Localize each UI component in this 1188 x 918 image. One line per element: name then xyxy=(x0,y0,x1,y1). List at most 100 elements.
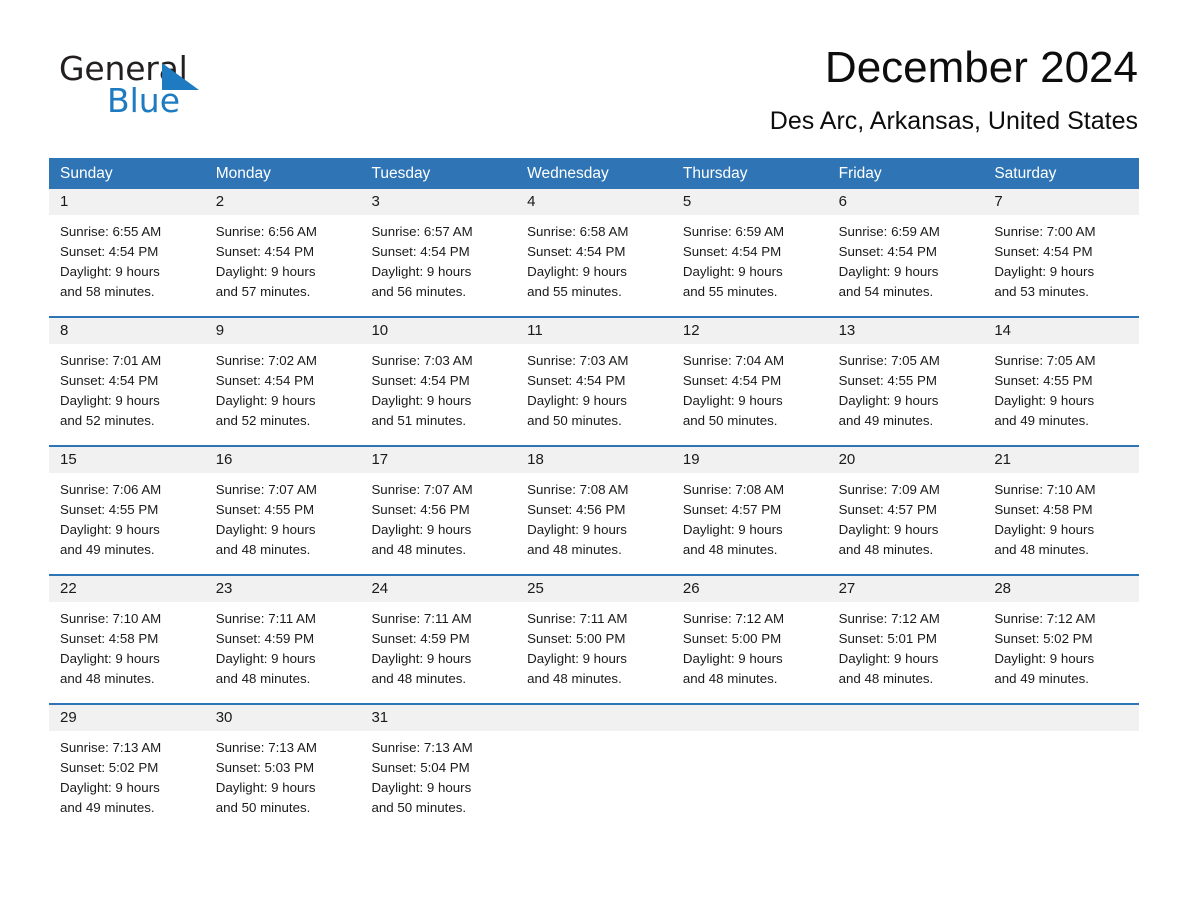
day-cell-empty xyxy=(983,705,1140,832)
day-details xyxy=(983,731,1139,738)
day-cell[interactable]: 16 Sunrise: 7:07 AM Sunset: 4:55 PM Dayl… xyxy=(204,447,361,574)
location-subtitle: Des Arc, Arkansas, United States xyxy=(769,107,1138,135)
sunrise-text: Sunrise: 7:05 AM xyxy=(994,353,1096,368)
day-cell[interactable]: 10 Sunrise: 7:03 AM Sunset: 4:54 PM Dayl… xyxy=(360,318,517,445)
daylight-text-line1: Daylight: 9 hours xyxy=(527,651,627,666)
daylight-text-line2: and 49 minutes. xyxy=(838,413,934,428)
daylight-text-line2: and 52 minutes. xyxy=(215,413,311,428)
day-cell[interactable]: 19 Sunrise: 7:08 AM Sunset: 4:57 PM Dayl… xyxy=(671,447,828,574)
day-cell[interactable]: 13 Sunrise: 7:05 AM Sunset: 4:55 PM Dayl… xyxy=(827,318,984,445)
day-cell[interactable]: 14 Sunrise: 7:05 AM Sunset: 4:55 PM Dayl… xyxy=(983,318,1140,445)
day-cell[interactable]: 27 Sunrise: 7:12 AM Sunset: 5:01 PM Dayl… xyxy=(827,576,984,703)
day-number: 21 xyxy=(983,447,1140,473)
daylight-text-line1: Daylight: 9 hours xyxy=(994,393,1095,408)
day-details: Sunrise: 7:12 AM Sunset: 5:00 PM Dayligh… xyxy=(672,602,828,689)
day-cell[interactable]: 22 Sunrise: 7:10 AM Sunset: 4:58 PM Dayl… xyxy=(49,576,205,703)
weekday-header-saturday: Saturday xyxy=(994,165,1057,182)
day-cell[interactable]: 9 Sunrise: 7:02 AM Sunset: 4:54 PM Dayli… xyxy=(204,318,361,445)
calendar-week-row: 15 Sunrise: 7:06 AM Sunset: 4:55 PM Dayl… xyxy=(49,445,1140,574)
day-details: Sunrise: 6:57 AM Sunset: 4:54 PM Dayligh… xyxy=(360,215,516,302)
day-cell[interactable]: 21 Sunrise: 7:10 AM Sunset: 4:58 PM Dayl… xyxy=(983,447,1140,574)
day-number: 9 xyxy=(204,318,361,344)
daylight-text-line2: and 48 minutes. xyxy=(838,542,934,557)
sunset-text: Sunset: 5:02 PM xyxy=(994,631,1093,646)
day-details: Sunrise: 7:11 AM Sunset: 4:59 PM Dayligh… xyxy=(360,602,516,689)
sunset-text: Sunset: 4:54 PM xyxy=(60,373,159,388)
weekday-header-wednesday: Wednesday xyxy=(527,165,609,182)
day-cell[interactable]: 12 Sunrise: 7:04 AM Sunset: 4:54 PM Dayl… xyxy=(671,318,828,445)
day-number xyxy=(827,705,984,731)
day-details: Sunrise: 6:59 AM Sunset: 4:54 PM Dayligh… xyxy=(672,215,828,302)
day-number: 5 xyxy=(671,189,828,215)
weekday-header-friday: Friday xyxy=(838,165,882,182)
day-cell[interactable]: 15 Sunrise: 7:06 AM Sunset: 4:55 PM Dayl… xyxy=(49,447,205,574)
day-cell[interactable]: 11 Sunrise: 7:03 AM Sunset: 4:54 PM Dayl… xyxy=(516,318,672,445)
daylight-text-line2: and 55 minutes. xyxy=(527,284,622,299)
day-cell[interactable]: 24 Sunrise: 7:11 AM Sunset: 4:59 PM Dayl… xyxy=(360,576,517,703)
sunrise-text: Sunrise: 6:57 AM xyxy=(371,224,473,239)
day-cell[interactable]: 7 Sunrise: 7:00 AM Sunset: 4:54 PM Dayli… xyxy=(983,189,1140,316)
daylight-text-line1: Daylight: 9 hours xyxy=(527,264,627,279)
day-cell[interactable]: 30 Sunrise: 7:13 AM Sunset: 5:03 PM Dayl… xyxy=(204,705,361,832)
general-blue-logo[interactable]: General Blue xyxy=(59,52,359,132)
day-details: Sunrise: 7:05 AM Sunset: 4:55 PM Dayligh… xyxy=(983,344,1139,431)
day-cell[interactable]: 28 Sunrise: 7:12 AM Sunset: 5:02 PM Dayl… xyxy=(983,576,1140,703)
day-number: 13 xyxy=(827,318,984,344)
day-cell[interactable]: 8 Sunrise: 7:01 AM Sunset: 4:54 PM Dayli… xyxy=(49,318,205,445)
day-cell[interactable]: 18 Sunrise: 7:08 AM Sunset: 4:56 PM Dayl… xyxy=(516,447,672,574)
daylight-text-line2: and 48 minutes. xyxy=(371,671,467,686)
day-cell[interactable]: 20 Sunrise: 7:09 AM Sunset: 4:57 PM Dayl… xyxy=(827,447,984,574)
day-cell[interactable]: 3 Sunrise: 6:57 AM Sunset: 4:54 PM Dayli… xyxy=(360,189,517,316)
sunrise-text: Sunrise: 7:06 AM xyxy=(60,482,162,497)
day-cell[interactable]: 25 Sunrise: 7:11 AM Sunset: 5:00 PM Dayl… xyxy=(516,576,672,703)
daylight-text-line2: and 56 minutes. xyxy=(371,284,467,299)
sunset-text: Sunset: 4:55 PM xyxy=(838,373,937,388)
day-details: Sunrise: 7:13 AM Sunset: 5:04 PM Dayligh… xyxy=(360,731,516,818)
daylight-text-line1: Daylight: 9 hours xyxy=(60,780,160,795)
sunrise-text: Sunrise: 7:09 AM xyxy=(838,482,940,497)
sunrise-text: Sunrise: 7:05 AM xyxy=(838,353,940,368)
daylight-text-line1: Daylight: 9 hours xyxy=(215,264,316,279)
sunrise-text: Sunrise: 7:11 AM xyxy=(527,611,628,626)
day-details: Sunrise: 7:08 AM Sunset: 4:56 PM Dayligh… xyxy=(516,473,672,560)
day-details xyxy=(516,731,672,738)
day-cell[interactable]: 6 Sunrise: 6:59 AM Sunset: 4:54 PM Dayli… xyxy=(827,189,984,316)
day-details: Sunrise: 7:05 AM Sunset: 4:55 PM Dayligh… xyxy=(828,344,984,431)
sunset-text: Sunset: 5:02 PM xyxy=(60,760,159,775)
daylight-text-line2: and 50 minutes. xyxy=(371,800,467,815)
day-cell[interactable]: 17 Sunrise: 7:07 AM Sunset: 4:56 PM Dayl… xyxy=(360,447,517,574)
sunrise-text: Sunrise: 6:59 AM xyxy=(838,224,940,239)
daylight-text-line1: Daylight: 9 hours xyxy=(371,780,472,795)
sunset-text: Sunset: 5:03 PM xyxy=(215,760,315,775)
day-number xyxy=(516,705,672,731)
day-cell[interactable]: 29 Sunrise: 7:13 AM Sunset: 5:02 PM Dayl… xyxy=(49,705,205,832)
day-number: 1 xyxy=(49,189,205,215)
day-number: 17 xyxy=(360,447,517,473)
day-number: 30 xyxy=(204,705,361,731)
day-cell[interactable]: 23 Sunrise: 7:11 AM Sunset: 4:59 PM Dayl… xyxy=(204,576,361,703)
day-details: Sunrise: 7:10 AM Sunset: 4:58 PM Dayligh… xyxy=(49,602,205,689)
sunset-text: Sunset: 5:04 PM xyxy=(371,760,470,775)
day-cell[interactable]: 1 Sunrise: 6:55 AM Sunset: 4:54 PM Dayli… xyxy=(49,189,205,316)
daylight-text-line2: and 50 minutes. xyxy=(682,413,778,428)
day-cell[interactable]: 26 Sunrise: 7:12 AM Sunset: 5:00 PM Dayl… xyxy=(671,576,828,703)
sunrise-text: Sunrise: 7:08 AM xyxy=(682,482,785,497)
daylight-text-line2: and 53 minutes. xyxy=(994,284,1089,299)
day-cell[interactable]: 5 Sunrise: 6:59 AM Sunset: 4:54 PM Dayli… xyxy=(671,189,828,316)
daylight-text-line1: Daylight: 9 hours xyxy=(682,264,783,279)
sunrise-text: Sunrise: 7:12 AM xyxy=(994,611,1096,626)
day-number: 19 xyxy=(671,447,828,473)
day-details: Sunrise: 7:00 AM Sunset: 4:54 PM Dayligh… xyxy=(983,215,1139,302)
day-cell[interactable]: 2 Sunrise: 6:56 AM Sunset: 4:54 PM Dayli… xyxy=(204,189,361,316)
sunset-text: Sunset: 5:00 PM xyxy=(682,631,782,646)
day-cell[interactable]: 4 Sunrise: 6:58 AM Sunset: 4:54 PM Dayli… xyxy=(516,189,672,316)
calendar-week-row: 29 Sunrise: 7:13 AM Sunset: 5:02 PM Dayl… xyxy=(49,703,1140,832)
daylight-text-line1: Daylight: 9 hours xyxy=(371,393,472,408)
day-cell[interactable]: 31 Sunrise: 7:13 AM Sunset: 5:04 PM Dayl… xyxy=(360,705,517,832)
day-number: 14 xyxy=(983,318,1140,344)
daylight-text-line2: and 48 minutes. xyxy=(215,671,311,686)
day-number: 4 xyxy=(516,189,672,215)
day-number: 8 xyxy=(49,318,205,344)
day-details: Sunrise: 7:08 AM Sunset: 4:57 PM Dayligh… xyxy=(672,473,828,560)
daylight-text-line2: and 57 minutes. xyxy=(215,284,311,299)
